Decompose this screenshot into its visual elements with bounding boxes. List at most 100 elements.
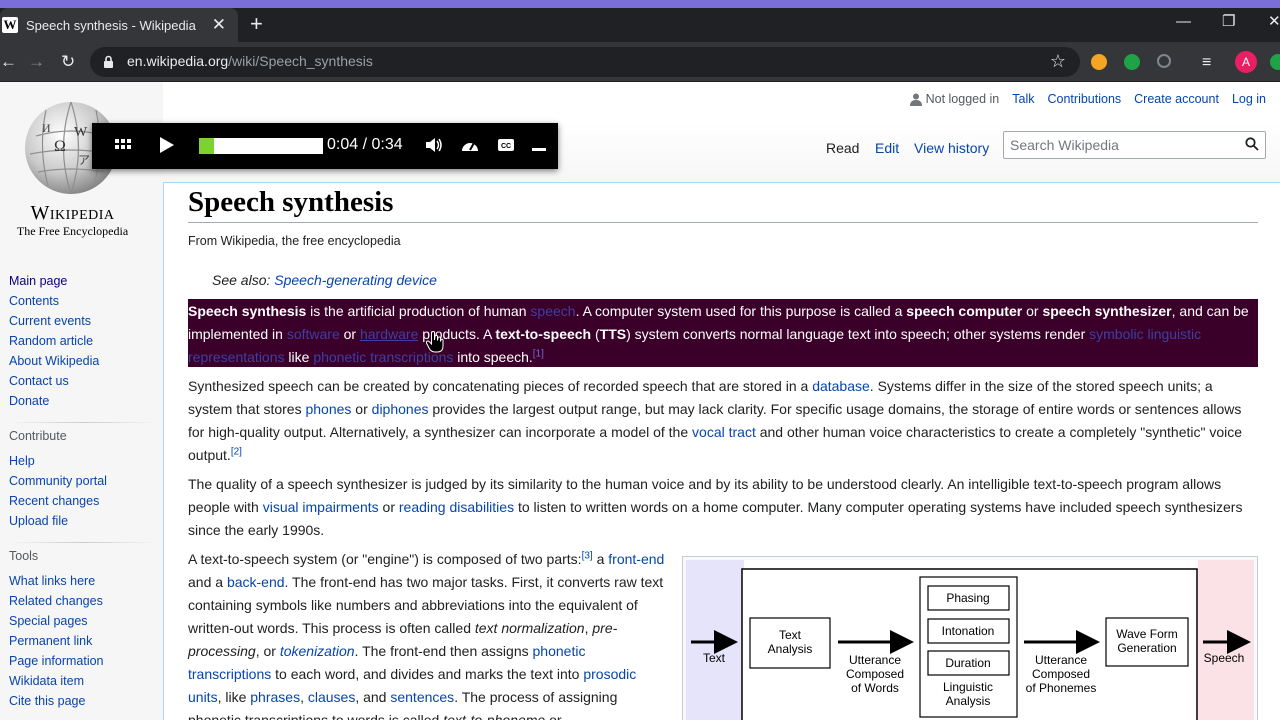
sidebar-item-wikidata-item[interactable]: Wikidata item xyxy=(9,674,84,688)
tab-read[interactable]: Read xyxy=(826,140,859,156)
label-linguistic-2: Analysis xyxy=(946,694,991,708)
media-player-bar[interactable]: 0:04 / 0:34 CC xyxy=(92,123,558,169)
lock-icon xyxy=(104,55,113,68)
link-hardware[interactable]: hardware xyxy=(360,326,418,342)
browser-tab[interactable]: W Speech synthesis - Wikipedia ✕ xyxy=(0,8,238,42)
new-tab-icon[interactable]: + xyxy=(250,12,263,36)
label-utt-ph-1: Utterance xyxy=(1035,653,1087,667)
sidebar-item-current-events[interactable]: Current events xyxy=(9,314,91,328)
paragraph-2: Synthesized speech can be created by con… xyxy=(188,378,1243,463)
sidebar-item-permanent-link[interactable]: Permanent link xyxy=(9,634,92,648)
link-sentences[interactable]: sentences xyxy=(390,689,454,705)
link-front-end[interactable]: front-end xyxy=(608,551,664,567)
not-logged-in: Not logged in xyxy=(909,92,999,106)
page-title: Speech synthesis xyxy=(188,186,394,218)
log-in-link[interactable]: Log in xyxy=(1232,92,1266,106)
link-tokenization[interactable]: tokenization xyxy=(280,643,355,659)
tab-view-history[interactable]: View history xyxy=(914,140,989,156)
extension-emoji-icon[interactable] xyxy=(1091,54,1107,70)
wikipedia-tagline: The Free Encyclopedia xyxy=(16,224,129,238)
sidebar-item-random-article[interactable]: Random article xyxy=(9,334,93,348)
label-utt-ph-3: of Phonemes xyxy=(1026,681,1097,695)
label-phasing: Phasing xyxy=(946,591,989,605)
sidebar-item-what-links-here[interactable]: What links here xyxy=(9,574,95,588)
back-icon[interactable]: ← xyxy=(0,51,17,73)
contributions-link[interactable]: Contributions xyxy=(1048,92,1122,106)
user-icon xyxy=(909,93,922,106)
extension-edge-icon[interactable] xyxy=(1270,54,1280,70)
closed-captions-icon[interactable]: CC xyxy=(498,139,514,151)
url-omnibox[interactable]: en.wikipedia.org/wiki/Speech_synthesis ☆ xyxy=(90,47,1080,77)
sidebar-item-cite-this-page[interactable]: Cite this page xyxy=(9,694,85,708)
minimize-player-icon[interactable] xyxy=(532,148,546,151)
search-input[interactable]: Search Wikipedia xyxy=(1003,131,1266,159)
talk-link[interactable]: Talk xyxy=(1012,92,1034,106)
volume-icon[interactable] xyxy=(426,137,443,153)
tab-edit[interactable]: Edit xyxy=(875,140,899,156)
playback-speed-icon[interactable] xyxy=(461,137,479,153)
seek-bar[interactable] xyxy=(199,138,323,154)
link-clauses[interactable]: clauses xyxy=(308,689,355,705)
lead-paragraph-highlighted: Speech synthesis is the artificial produ… xyxy=(188,299,1258,367)
sidebar-divider xyxy=(9,422,157,423)
link-phones[interactable]: phones xyxy=(305,401,351,417)
extension-green-icon[interactable] xyxy=(1124,54,1140,70)
profile-avatar[interactable]: A xyxy=(1235,51,1257,73)
link-vocal-tract[interactable]: vocal tract xyxy=(692,424,756,440)
sidebar-divider xyxy=(9,542,157,543)
link-phrases[interactable]: phrases xyxy=(250,689,300,705)
link-visual-impairments[interactable]: visual impairments xyxy=(263,499,379,515)
link-diphones[interactable]: diphones xyxy=(372,401,429,417)
window-top-stripe xyxy=(0,0,1280,8)
wikipedia-page: Ω W И ア Wikipedia The Free Encyclopedia … xyxy=(0,82,1280,720)
close-tab-icon[interactable]: ✕ xyxy=(212,15,226,35)
create-account-link[interactable]: Create account xyxy=(1134,92,1219,106)
extension-gray-icon[interactable] xyxy=(1157,54,1171,68)
tts-diagram-thumbnail[interactable]: Text Text Analysis Utterance Composed of… xyxy=(682,556,1258,720)
link-back-end[interactable]: back-end xyxy=(227,574,285,590)
media-controls-icon[interactable]: ≡ xyxy=(1202,52,1211,74)
playlist-grid-icon[interactable] xyxy=(115,139,131,153)
reload-icon[interactable]: ↻ xyxy=(61,51,75,73)
link-speech[interactable]: speech xyxy=(530,303,575,319)
sidebar-item-donate[interactable]: Donate xyxy=(9,394,49,408)
sidebar-item-related-changes[interactable]: Related changes xyxy=(9,594,103,608)
close-window-icon[interactable]: ✕ xyxy=(1268,12,1280,32)
diagram-input-band xyxy=(686,560,744,720)
see-also-hatnote: See also: Speech-generating device xyxy=(212,272,437,288)
link-software[interactable]: software xyxy=(287,326,340,342)
reference-3[interactable]: [3] xyxy=(582,550,593,561)
restore-window-icon[interactable]: ❐ xyxy=(1222,12,1235,32)
forward-icon[interactable]: → xyxy=(28,51,45,73)
diagram-output-band xyxy=(1198,560,1254,720)
sidebar-item-page-information[interactable]: Page information xyxy=(9,654,104,668)
reference-1[interactable]: [1] xyxy=(533,348,544,359)
svg-text:CC: CC xyxy=(501,143,511,150)
url-text: en.wikipedia.org/wiki/Speech_synthesis xyxy=(127,53,373,69)
play-icon[interactable] xyxy=(160,137,174,153)
personal-tools: Not logged in Talk Contributions Create … xyxy=(909,92,1266,106)
reference-2[interactable]: [2] xyxy=(231,446,242,457)
link-database[interactable]: database xyxy=(812,378,870,394)
sidebar-item-contact[interactable]: Contact us xyxy=(9,374,69,388)
minimize-window-icon[interactable]: — xyxy=(1176,12,1191,32)
sidebar-item-recent-changes[interactable]: Recent changes xyxy=(9,494,99,508)
link-reading-disabilities[interactable]: reading disabilities xyxy=(399,499,514,515)
wikipedia-wordmark[interactable]: Wikipedia xyxy=(10,202,135,225)
see-also-link[interactable]: Speech-generating device xyxy=(274,272,437,288)
wikipedia-favicon-icon: W xyxy=(2,17,18,33)
sidebar-item-upload-file[interactable]: Upload file xyxy=(9,514,68,528)
label-utt-words-1: Utterance xyxy=(849,653,901,667)
sidebar-item-main-page[interactable]: Main page xyxy=(9,274,67,288)
label-text-analysis-2: Analysis xyxy=(768,642,813,656)
bookmark-star-icon[interactable]: ☆ xyxy=(1050,51,1066,72)
search-icon[interactable] xyxy=(1245,137,1259,151)
seek-bar-fill xyxy=(199,138,214,154)
sidebar-item-special-pages[interactable]: Special pages xyxy=(9,614,88,628)
sidebar-item-about[interactable]: About Wikipedia xyxy=(9,354,99,368)
sidebar-item-community-portal[interactable]: Community portal xyxy=(9,474,107,488)
label-utt-ph-2: Composed xyxy=(1032,667,1090,681)
sidebar-item-contents[interactable]: Contents xyxy=(9,294,59,308)
sidebar-item-help[interactable]: Help xyxy=(9,454,35,468)
address-bar: ← → ↻ en.wikipedia.org/wiki/Speech_synth… xyxy=(0,42,1280,82)
